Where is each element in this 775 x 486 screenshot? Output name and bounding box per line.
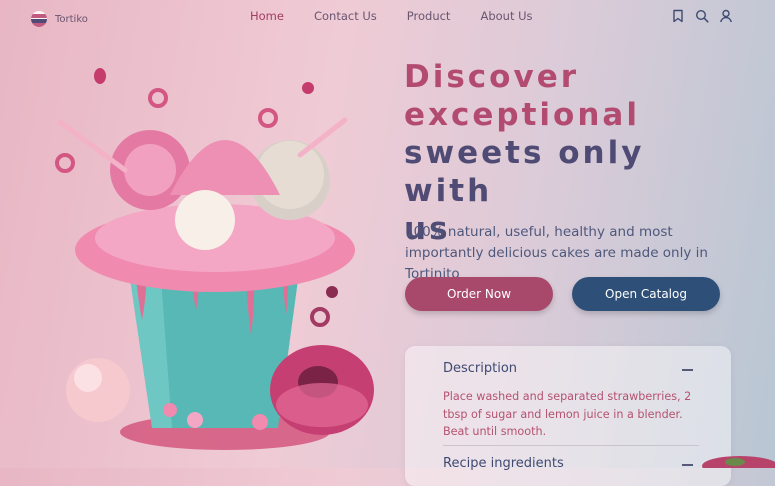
description-text: Place washed and separated strawberries,… xyxy=(443,390,692,438)
user-icon[interactable] xyxy=(719,8,733,23)
brand-name: Tortiko xyxy=(55,13,88,25)
ingredients-heading[interactable]: Recipe ingredients xyxy=(443,456,564,471)
open-catalog-button[interactable]: Open Catalog xyxy=(572,277,720,311)
headline-line-2: exceptional xyxy=(404,97,640,133)
order-now-button[interactable]: Order Now xyxy=(405,277,553,311)
nav-product[interactable]: Product xyxy=(407,9,451,23)
main-nav: Home Contact Us Product About Us xyxy=(250,9,533,23)
recipe-card: Description Place washed and separated s… xyxy=(405,346,731,486)
hero-headline: Discover exceptional sweets only with us xyxy=(404,58,744,248)
nav-contact-us[interactable]: Contact Us xyxy=(314,9,377,23)
logo-mark-icon xyxy=(31,11,47,27)
collapse-icon[interactable] xyxy=(682,464,693,466)
header-actions xyxy=(671,8,733,23)
hero-subtitle: 100% natural, useful, healthy and most i… xyxy=(405,224,708,282)
nav-home[interactable]: Home xyxy=(250,9,284,23)
headline-line-1: Discover xyxy=(404,59,580,95)
dessert-illustration xyxy=(55,68,374,450)
description-heading[interactable]: Description xyxy=(443,361,517,376)
logo[interactable]: Tortiko xyxy=(31,11,88,27)
headline-line-3: sweets only with xyxy=(404,135,645,209)
divider xyxy=(443,445,699,446)
collapse-icon[interactable] xyxy=(682,369,693,371)
search-icon[interactable] xyxy=(695,8,709,23)
nav-about-us[interactable]: About Us xyxy=(480,9,532,23)
berry-decoration xyxy=(702,456,775,468)
bookmark-icon[interactable] xyxy=(671,8,685,23)
